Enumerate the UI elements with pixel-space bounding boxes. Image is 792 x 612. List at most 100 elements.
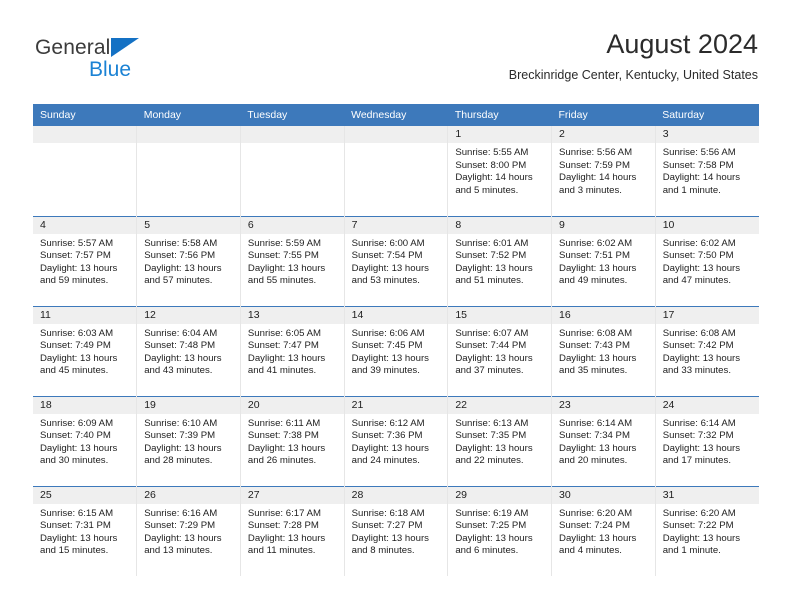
day-number: 17 [655,306,759,324]
day-number: 15 [448,306,552,324]
sunrise-time: Sunrise: 5:59 AM [247,237,321,249]
calendar-day-cell[interactable]: 21 Sunrise: 6:12 AM Sunset: 7:36 PM Dayligh… [344,395,449,486]
day-number: 14 [344,306,448,324]
calendar-day-cell[interactable]: 26 Sunrise: 6:16 AM Sunset: 7:29 PM Dayligh… [136,485,241,576]
day-number: 29 [448,486,552,504]
sunset-time: Sunset: 7:45 PM [351,340,423,352]
sunrise-time: Sunrise: 5:55 AM [455,147,529,158]
sunset-time: Sunset: 7:32 PM [662,430,734,442]
calendar-day-cell[interactable]: 23 Sunrise: 6:14 AM Sunset: 7:34 PM Dayligh… [551,395,656,486]
daylight-duration-line2: and 59 minutes. [40,275,109,287]
day-number: 19 [137,396,240,414]
sunset-time: Sunset: 7:50 PM [662,250,734,262]
calendar-day-cell[interactable]: 27 Sunrise: 6:17 AM Sunset: 7:28 PM Dayligh… [240,485,345,576]
calendar-day-cell-empty [240,126,345,216]
calendar-day-cell[interactable]: 18 Sunrise: 6:09 AM Sunset: 7:40 PM Dayligh… [33,395,138,486]
sunset-time: Sunset: 7:55 PM [247,250,319,262]
sunset-time: Sunset: 7:48 PM [144,340,216,352]
calendar-day-cell[interactable]: 10 Sunrise: 6:02 AM Sunset: 7:50 PM Dayligh… [655,215,759,306]
day-details: Sunrise: 6:19 AM Sunset: 7:25 PM Daylight:… [448,504,551,558]
sunset-time: Sunset: 7:58 PM [662,159,734,171]
daylight-duration-line2: and 15 minutes. [40,545,109,557]
calendar-week-row: 11 Sunrise: 6:03 AM Sunset: 7:49 PM Dayligh… [33,305,759,396]
day-number: 31 [655,486,759,504]
calendar-day-cell[interactable]: 7 Sunrise: 6:00 AM Sunset: 7:54 PM Daylight… [344,215,449,306]
sunset-time: Sunset: 7:52 PM [455,250,527,262]
day-details: Sunrise: 6:20 AM Sunset: 7:24 PM Daylight:… [552,504,655,558]
daylight-duration-line1: Daylight: 13 hours [351,532,429,544]
calendar-day-cell[interactable]: 12 Sunrise: 6:04 AM Sunset: 7:48 PM Dayligh… [136,305,241,396]
calendar-day-cell[interactable]: 30 Sunrise: 6:20 AM Sunset: 7:24 PM Dayligh… [551,485,656,576]
calendar-day-cell[interactable]: 16 Sunrise: 6:08 AM Sunset: 7:43 PM Dayligh… [551,305,656,396]
calendar-day-cell[interactable]: 6 Sunrise: 5:59 AM Sunset: 7:55 PM Daylight… [240,215,345,306]
day-number: 6 [240,216,344,234]
day-number [137,126,240,143]
calendar-day-cell[interactable]: 5 Sunrise: 5:58 AM Sunset: 7:56 PM Daylight… [136,215,241,306]
sunrise-time: Sunrise: 6:02 AM [559,237,633,249]
sunrise-time: Sunrise: 6:11 AM [247,417,321,429]
daylight-duration-line2: and 13 minutes. [144,545,213,557]
calendar-day-cell[interactable]: 22 Sunrise: 6:13 AM Sunset: 7:35 PM Dayligh… [447,395,553,486]
calendar-day-cell[interactable]: 19 Sunrise: 6:10 AM Sunset: 7:39 PM Dayligh… [136,395,241,486]
day-number: 9 [552,216,655,234]
calendar-week-row: 4 Sunrise: 5:57 AM Sunset: 7:57 PM Daylight… [33,215,759,306]
calendar-day-cell[interactable]: 20 Sunrise: 6:11 AM Sunset: 7:38 PM Dayligh… [240,395,345,486]
daylight-duration-line1: Daylight: 13 hours [247,532,326,544]
daylight-duration-line2: and 45 minutes. [40,365,109,377]
day-details: Sunrise: 6:07 AM Sunset: 7:44 PM Daylight:… [448,324,551,378]
day-number: 3 [655,126,759,143]
day-number: 30 [552,486,655,504]
sunrise-time: Sunrise: 6:02 AM [662,237,736,249]
daylight-duration-line1: Daylight: 13 hours [144,442,222,454]
calendar-day-cell[interactable]: 24 Sunrise: 6:14 AM Sunset: 7:32 PM Dayligh… [655,395,759,486]
calendar-day-cell[interactable]: 25 Sunrise: 6:15 AM Sunset: 7:31 PM Dayligh… [33,485,138,576]
day-number: 8 [448,216,552,234]
daylight-duration-line1: Daylight: 13 hours [144,352,222,364]
calendar-day-cell[interactable]: 8 Sunrise: 6:01 AM Sunset: 7:52 PM Daylight… [447,215,553,306]
calendar-day-cell[interactable]: 14 Sunrise: 6:06 AM Sunset: 7:45 PM Dayligh… [344,305,449,396]
day-details: Sunrise: 6:16 AM Sunset: 7:29 PM Daylight:… [137,504,240,558]
daylight-duration-line1: Daylight: 13 hours [559,352,637,364]
calendar-day-cell[interactable]: 15 Sunrise: 6:07 AM Sunset: 7:44 PM Dayligh… [447,305,553,396]
day-details: Sunrise: 6:17 AM Sunset: 7:28 PM Daylight:… [241,504,344,558]
daylight-duration-line1: Daylight: 13 hours [144,262,222,274]
weekday-header-friday: Friday [551,104,656,126]
calendar-day-cell[interactable]: 17 Sunrise: 6:08 AM Sunset: 7:42 PM Dayligh… [655,305,759,396]
calendar-day-cell[interactable]: 31 Sunrise: 6:20 AM Sunset: 7:22 PM Dayligh… [655,485,759,576]
sunset-time: Sunset: 7:36 PM [351,430,423,442]
weekday-header-wednesday: Wednesday [344,104,448,126]
calendar-day-cell[interactable]: 1 Sunrise: 5:55 AM Sunset: 8:00 PM Daylight… [447,126,553,216]
day-details: Sunrise: 6:15 AM Sunset: 7:31 PM Daylight:… [33,504,136,558]
daylight-duration-line2: and 43 minutes. [144,365,213,377]
daylight-duration-line2: and 5 minutes. [455,184,519,196]
daylight-duration-line2: and 8 minutes. [351,545,415,557]
calendar-day-cell[interactable]: 2 Sunrise: 5:56 AM Sunset: 7:59 PM Daylight… [551,126,656,216]
daylight-duration-line2: and 6 minutes. [455,545,519,557]
calendar-day-cell[interactable]: 4 Sunrise: 5:57 AM Sunset: 7:57 PM Daylight… [33,215,138,306]
day-number: 27 [240,486,344,504]
sunrise-time: Sunrise: 6:09 AM [40,417,114,429]
daylight-duration-line1: Daylight: 14 hours [559,172,637,184]
day-details: Sunrise: 6:02 AM Sunset: 7:51 PM Daylight:… [552,234,655,288]
calendar-day-cell[interactable]: 28 Sunrise: 6:18 AM Sunset: 7:27 PM Dayligh… [344,485,449,576]
daylight-duration-line1: Daylight: 13 hours [559,532,637,544]
calendar-day-cell[interactable]: 3 Sunrise: 5:56 AM Sunset: 7:58 PM Daylight… [655,126,759,216]
day-number: 10 [655,216,759,234]
daylight-duration-line1: Daylight: 13 hours [662,532,741,544]
sunset-time: Sunset: 7:54 PM [351,250,423,262]
day-details: Sunrise: 5:57 AM Sunset: 7:57 PM Daylight:… [33,234,136,288]
general-blue-logo[interactable]: General Blue [33,36,213,88]
calendar-day-cell[interactable]: 9 Sunrise: 6:02 AM Sunset: 7:51 PM Daylight… [551,215,656,306]
daylight-duration-line2: and 51 minutes. [455,275,524,287]
calendar-day-cell[interactable]: 11 Sunrise: 6:03 AM Sunset: 7:49 PM Dayligh… [33,305,138,396]
daylight-duration-line1: Daylight: 13 hours [351,442,429,454]
sunrise-time: Sunrise: 5:56 AM [662,147,736,158]
daylight-duration-line1: Daylight: 13 hours [455,262,533,274]
sunset-time: Sunset: 7:44 PM [455,340,527,352]
sunset-time: Sunset: 7:24 PM [559,520,630,532]
weekday-header-tuesday: Tuesday [240,104,345,126]
sunset-time: Sunset: 7:28 PM [247,520,319,532]
calendar-day-cell[interactable]: 13 Sunrise: 6:05 AM Sunset: 7:47 PM Dayligh… [240,305,345,396]
calendar-day-cell[interactable]: 29 Sunrise: 6:19 AM Sunset: 7:25 PM Dayligh… [447,485,553,576]
day-details: Sunrise: 6:05 AM Sunset: 7:47 PM Daylight:… [241,324,344,378]
